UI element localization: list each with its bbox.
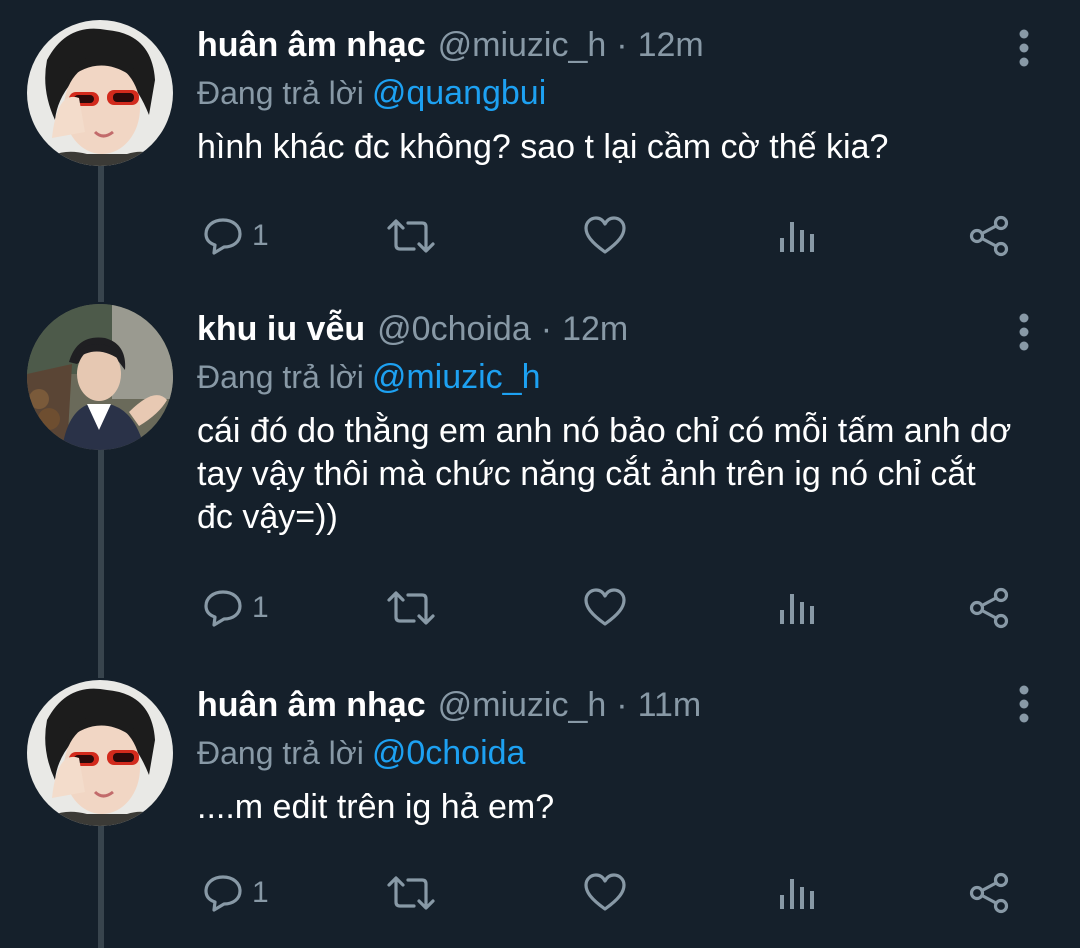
reply-prefix: Đang trả lời <box>197 735 364 771</box>
like-button[interactable] <box>583 868 627 918</box>
more-options-button[interactable] <box>1014 312 1034 352</box>
share-icon <box>969 872 1009 914</box>
tweet-header: huân âm nhạc @miuzic_h · 12m <box>197 20 1027 70</box>
reply-count: 1 <box>252 591 269 624</box>
comment-icon <box>204 590 242 627</box>
share-icon <box>969 215 1009 257</box>
analytics-button[interactable] <box>777 868 817 918</box>
analytics-icon <box>780 222 814 252</box>
author-name[interactable]: huân âm nhạc <box>197 26 426 65</box>
author-handle[interactable]: @0choida <box>377 310 531 349</box>
separator-dot: · <box>616 685 628 724</box>
reply-mention-link[interactable]: @quangbui <box>372 74 546 112</box>
author-handle[interactable]: @miuzic_h <box>438 686 607 725</box>
timestamp[interactable]: 12m <box>562 310 628 349</box>
reply-button[interactable]: 1 <box>202 211 269 261</box>
reply-context: Đang trả lời @quangbui <box>197 70 1027 116</box>
avatar[interactable] <box>27 680 173 826</box>
retweet-icon <box>387 876 435 910</box>
analytics-icon <box>780 594 814 624</box>
separator-dot: · <box>540 309 553 348</box>
reply-count: 1 <box>252 219 269 252</box>
more-vertical-icon <box>1019 313 1029 351</box>
author-name[interactable]: khu iu vễu <box>197 310 365 349</box>
more-vertical-icon <box>1019 29 1029 67</box>
tweet-text: ....m edit trên ig hả em? <box>197 788 555 826</box>
tweet-text: cái đó do thằng em anh nó bảo chỉ có mỗi… <box>197 412 1012 536</box>
tweet[interactable]: khu iu vễu @0choida · 12m Đang trả lời @m… <box>0 284 1080 664</box>
retweet-icon <box>387 219 435 253</box>
heart-icon <box>584 588 626 626</box>
share-button[interactable] <box>968 868 1012 918</box>
reply-context: Đang trả lời @miuzic_h <box>197 354 1027 400</box>
tweet-actions: 1 <box>200 583 1020 633</box>
reply-mention-link[interactable]: @0choida <box>372 734 526 772</box>
tweet[interactable]: huân âm nhạc @miuzic_h · 12m Đang trả lờ… <box>0 0 1080 285</box>
analytics-button[interactable] <box>777 211 817 261</box>
separator-dot: · <box>616 25 628 64</box>
analytics-icon <box>780 879 814 909</box>
reply-context: Đang trả lời @0choida <box>197 730 1027 776</box>
reply-prefix: Đang trả lời <box>197 359 364 395</box>
retweet-icon <box>387 591 435 625</box>
tweet[interactable]: huân âm nhạc @miuzic_h · 11m Đang trả lờ… <box>0 660 1080 948</box>
tweet-actions: 1 <box>200 868 1020 918</box>
reply-prefix: Đang trả lời <box>197 75 364 111</box>
retweet-button[interactable] <box>385 211 437 261</box>
tweet-header: khu iu vễu @0choida · 12m <box>197 304 1027 354</box>
retweet-button[interactable] <box>385 583 437 633</box>
tweet-actions: 1 <box>200 211 1020 261</box>
avatar[interactable] <box>27 20 173 166</box>
share-button[interactable] <box>968 211 1012 261</box>
timestamp[interactable]: 11m <box>638 686 702 725</box>
heart-icon <box>584 216 626 254</box>
share-button[interactable] <box>968 583 1012 633</box>
reply-count: 1 <box>252 876 269 909</box>
share-icon <box>969 587 1009 629</box>
more-vertical-icon <box>1019 685 1029 723</box>
comment-icon <box>204 875 242 912</box>
like-button[interactable] <box>583 211 627 261</box>
tweet-text: hình khác đc không? sao t lại cầm cờ thế… <box>197 128 889 166</box>
author-handle[interactable]: @miuzic_h <box>438 26 607 65</box>
reply-mention-link[interactable]: @miuzic_h <box>372 358 541 396</box>
author-name[interactable]: huân âm nhạc <box>197 686 426 725</box>
analytics-button[interactable] <box>777 583 817 633</box>
heart-icon <box>584 873 626 911</box>
more-options-button[interactable] <box>1014 28 1034 68</box>
timestamp[interactable]: 12m <box>638 26 704 65</box>
reply-button[interactable]: 1 <box>202 583 269 633</box>
tweet-header: huân âm nhạc @miuzic_h · 11m <box>197 680 1027 730</box>
comment-icon <box>204 218 242 255</box>
retweet-button[interactable] <box>385 868 437 918</box>
like-button[interactable] <box>583 583 627 633</box>
reply-button[interactable]: 1 <box>202 868 269 918</box>
avatar[interactable] <box>27 304 173 450</box>
more-options-button[interactable] <box>1014 684 1034 724</box>
